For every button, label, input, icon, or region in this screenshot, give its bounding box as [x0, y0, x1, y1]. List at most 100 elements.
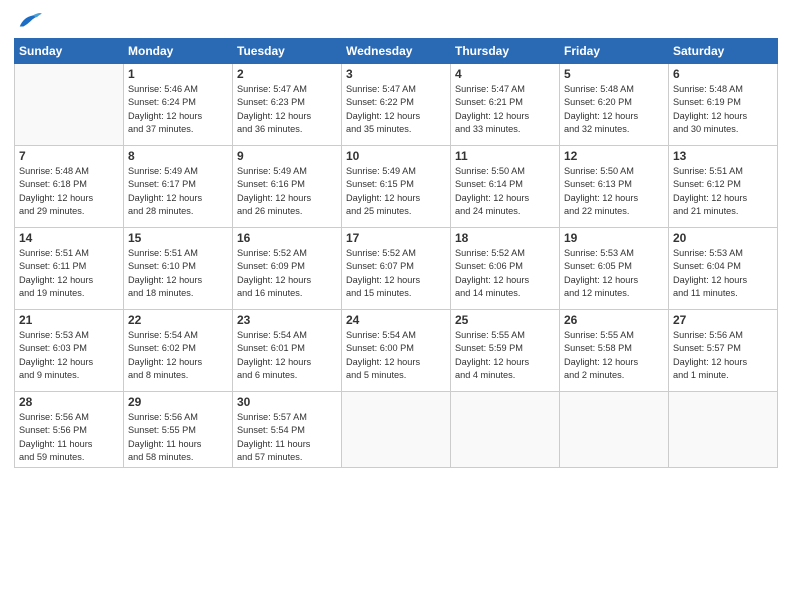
day-number: 20 [673, 231, 773, 245]
calendar-cell: 8Sunrise: 5:49 AMSunset: 6:17 PMDaylight… [124, 146, 233, 228]
weekday-header-monday: Monday [124, 39, 233, 64]
day-number: 25 [455, 313, 555, 327]
day-info: Sunrise: 5:49 AMSunset: 6:15 PMDaylight:… [346, 165, 446, 218]
day-number: 24 [346, 313, 446, 327]
day-number: 22 [128, 313, 228, 327]
calendar-cell: 1 Sunrise: 5:46 AMSunset: 6:24 PMDaylight… [124, 64, 233, 146]
calendar-cell: 18 Sunrise: 5:52 AMSunset: 6:06 PMDayligh… [451, 228, 560, 310]
calendar-cell: 7 Sunrise: 5:48 AMSunset: 6:18 PMDaylight… [15, 146, 124, 228]
calendar-cell: 26 Sunrise: 5:55 AMSunset: 5:58 PMDayligh… [560, 310, 669, 392]
day-info: Sunrise: 5:56 AMSunset: 5:55 PMDaylight:… [128, 411, 228, 464]
day-number: 10 [346, 149, 446, 163]
day-number: 12 [564, 149, 664, 163]
weekday-header-wednesday: Wednesday [342, 39, 451, 64]
day-info: Sunrise: 5:53 AMSunset: 6:05 PMDaylight:… [564, 247, 664, 300]
day-info: Sunrise: 5:49 AMSunset: 6:16 PMDaylight:… [237, 165, 337, 218]
day-info: Sunrise: 5:50 AMSunset: 6:14 PMDaylight:… [455, 165, 555, 218]
day-info: Sunrise: 5:54 AMSunset: 6:02 PMDaylight:… [128, 329, 228, 382]
calendar-cell [342, 392, 451, 468]
day-number: 28 [19, 395, 119, 409]
day-info: Sunrise: 5:55 AMSunset: 5:59 PMDaylight:… [455, 329, 555, 382]
header [14, 10, 778, 32]
day-info: Sunrise: 5:46 AMSunset: 6:24 PMDaylight:… [128, 83, 228, 136]
day-info: Sunrise: 5:47 AMSunset: 6:23 PMDaylight:… [237, 83, 337, 136]
calendar-week-5: 28Sunrise: 5:56 AMSunset: 5:56 PMDayligh… [15, 392, 778, 468]
calendar-week-1: 1 Sunrise: 5:46 AMSunset: 6:24 PMDaylight… [15, 64, 778, 146]
day-number: 21 [19, 313, 119, 327]
calendar-cell: 15 Sunrise: 5:51 AMSunset: 6:10 PMDayligh… [124, 228, 233, 310]
calendar-cell: 27 Sunrise: 5:56 AMSunset: 5:57 PMDayligh… [669, 310, 778, 392]
day-info: Sunrise: 5:52 AMSunset: 6:09 PMDaylight:… [237, 247, 337, 300]
calendar-table: SundayMondayTuesdayWednesdayThursdayFrid… [14, 38, 778, 468]
calendar-cell: 17Sunrise: 5:52 AMSunset: 6:07 PMDayligh… [342, 228, 451, 310]
day-number: 26 [564, 313, 664, 327]
day-info: Sunrise: 5:53 AMSunset: 6:04 PMDaylight:… [673, 247, 773, 300]
calendar-cell: 2 Sunrise: 5:47 AMSunset: 6:23 PMDaylight… [233, 64, 342, 146]
day-number: 5 [564, 67, 664, 81]
day-number: 29 [128, 395, 228, 409]
day-number: 4 [455, 67, 555, 81]
day-number: 13 [673, 149, 773, 163]
calendar-cell: 6 Sunrise: 5:48 AMSunset: 6:19 PMDaylight… [669, 64, 778, 146]
day-info: Sunrise: 5:54 AMSunset: 6:01 PMDaylight:… [237, 329, 337, 382]
day-number: 2 [237, 67, 337, 81]
calendar-week-3: 14Sunrise: 5:51 AMSunset: 6:11 PMDayligh… [15, 228, 778, 310]
day-number: 27 [673, 313, 773, 327]
day-info: Sunrise: 5:47 AMSunset: 6:21 PMDaylight:… [455, 83, 555, 136]
calendar-cell [560, 392, 669, 468]
day-number: 18 [455, 231, 555, 245]
calendar-cell: 16 Sunrise: 5:52 AMSunset: 6:09 PMDayligh… [233, 228, 342, 310]
calendar-cell [15, 64, 124, 146]
day-number: 30 [237, 395, 337, 409]
day-number: 6 [673, 67, 773, 81]
day-info: Sunrise: 5:48 AMSunset: 6:20 PMDaylight:… [564, 83, 664, 136]
day-info: Sunrise: 5:54 AMSunset: 6:00 PMDaylight:… [346, 329, 446, 382]
weekday-header-sunday: Sunday [15, 39, 124, 64]
day-number: 1 [128, 67, 228, 81]
day-info: Sunrise: 5:57 AMSunset: 5:54 PMDaylight:… [237, 411, 337, 464]
weekday-header-tuesday: Tuesday [233, 39, 342, 64]
day-number: 8 [128, 149, 228, 163]
day-number: 11 [455, 149, 555, 163]
calendar-cell [451, 392, 560, 468]
calendar-week-2: 7 Sunrise: 5:48 AMSunset: 6:18 PMDaylight… [15, 146, 778, 228]
weekday-header-saturday: Saturday [669, 39, 778, 64]
day-info: Sunrise: 5:50 AMSunset: 6:13 PMDaylight:… [564, 165, 664, 218]
calendar-cell: 5 Sunrise: 5:48 AMSunset: 6:20 PMDaylight… [560, 64, 669, 146]
calendar-cell: 3Sunrise: 5:47 AMSunset: 6:22 PMDaylight… [342, 64, 451, 146]
weekday-header-row: SundayMondayTuesdayWednesdayThursdayFrid… [15, 39, 778, 64]
day-number: 16 [237, 231, 337, 245]
logo-icon [14, 10, 42, 32]
day-info: Sunrise: 5:53 AMSunset: 6:03 PMDaylight:… [19, 329, 119, 382]
day-info: Sunrise: 5:51 AMSunset: 6:10 PMDaylight:… [128, 247, 228, 300]
calendar-cell: 30 Sunrise: 5:57 AMSunset: 5:54 PMDayligh… [233, 392, 342, 468]
calendar-cell [669, 392, 778, 468]
calendar-cell: 14Sunrise: 5:51 AMSunset: 6:11 PMDayligh… [15, 228, 124, 310]
day-number: 15 [128, 231, 228, 245]
logo [14, 10, 46, 32]
day-number: 19 [564, 231, 664, 245]
day-info: Sunrise: 5:52 AMSunset: 6:06 PMDaylight:… [455, 247, 555, 300]
day-info: Sunrise: 5:48 AMSunset: 6:18 PMDaylight:… [19, 165, 119, 218]
calendar-body: 1 Sunrise: 5:46 AMSunset: 6:24 PMDaylight… [15, 64, 778, 468]
day-number: 23 [237, 313, 337, 327]
calendar-cell: 13 Sunrise: 5:51 AMSunset: 6:12 PMDayligh… [669, 146, 778, 228]
weekday-header-friday: Friday [560, 39, 669, 64]
day-info: Sunrise: 5:48 AMSunset: 6:19 PMDaylight:… [673, 83, 773, 136]
day-info: Sunrise: 5:51 AMSunset: 6:12 PMDaylight:… [673, 165, 773, 218]
calendar-cell: 23 Sunrise: 5:54 AMSunset: 6:01 PMDayligh… [233, 310, 342, 392]
day-info: Sunrise: 5:55 AMSunset: 5:58 PMDaylight:… [564, 329, 664, 382]
day-number: 7 [19, 149, 119, 163]
day-info: Sunrise: 5:56 AMSunset: 5:57 PMDaylight:… [673, 329, 773, 382]
calendar-cell: 21 Sunrise: 5:53 AMSunset: 6:03 PMDayligh… [15, 310, 124, 392]
calendar-cell: 19 Sunrise: 5:53 AMSunset: 6:05 PMDayligh… [560, 228, 669, 310]
day-info: Sunrise: 5:47 AMSunset: 6:22 PMDaylight:… [346, 83, 446, 136]
calendar-cell: 22 Sunrise: 5:54 AMSunset: 6:02 PMDayligh… [124, 310, 233, 392]
day-info: Sunrise: 5:52 AMSunset: 6:07 PMDaylight:… [346, 247, 446, 300]
calendar-cell: 4 Sunrise: 5:47 AMSunset: 6:21 PMDaylight… [451, 64, 560, 146]
calendar-cell: 28Sunrise: 5:56 AMSunset: 5:56 PMDayligh… [15, 392, 124, 468]
calendar-cell: 12 Sunrise: 5:50 AMSunset: 6:13 PMDayligh… [560, 146, 669, 228]
calendar-cell: 20 Sunrise: 5:53 AMSunset: 6:04 PMDayligh… [669, 228, 778, 310]
calendar-cell: 25 Sunrise: 5:55 AMSunset: 5:59 PMDayligh… [451, 310, 560, 392]
calendar-container: SundayMondayTuesdayWednesdayThursdayFrid… [0, 0, 792, 476]
